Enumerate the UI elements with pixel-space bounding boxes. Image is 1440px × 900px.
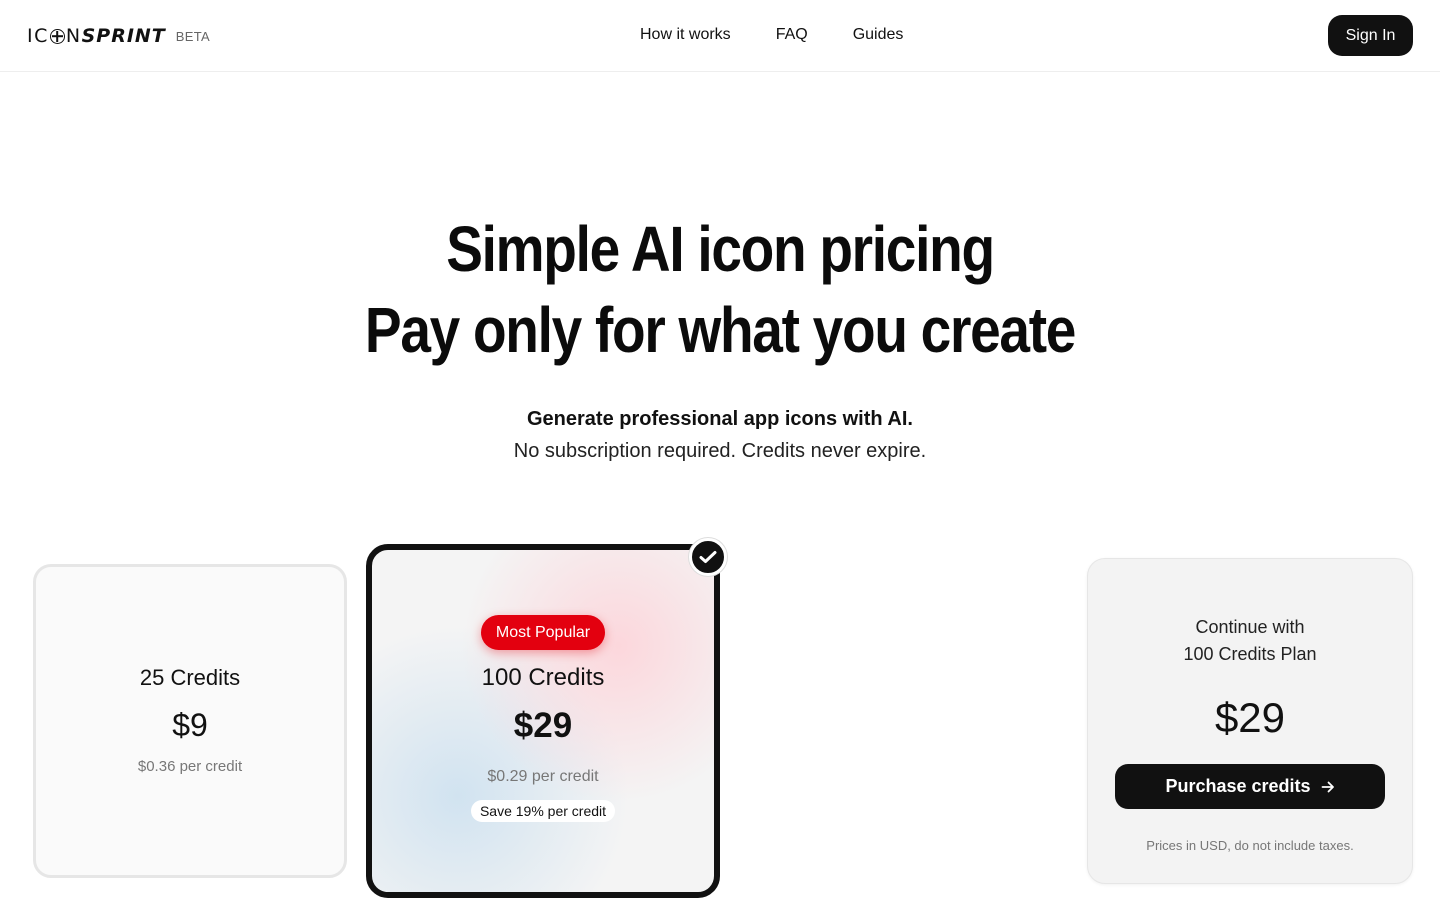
subtitle: No subscription required. Credits never … [513,440,927,462]
iconsprint-logo[interactable]: IC N SPRINT BETA [27,25,210,47]
subtitle-bold: Generate professional app icons with AI. [526,408,913,430]
plan-card-100-credits[interactable]: Most Popular 100 Credits $29 $0.29 per c… [366,544,720,898]
beta-label: BETA [175,28,210,44]
page-title-line-2: Pay only for what you create [364,294,1076,366]
page-title-line-1: Simple AI icon pricing [446,213,995,285]
logo-text-bold: SPRINT [81,25,166,47]
purchase-button-label: Purchase credits [1165,776,1311,796]
logo-text-part: N [65,25,82,47]
checkout-price: $29 [1214,694,1286,741]
logo-crosshair-icon [49,28,65,44]
check-icon [699,551,717,563]
nav-link-faq[interactable]: FAQ [776,25,808,45]
nav-link-guides[interactable]: Guides [853,25,904,45]
arrow-right-icon [1321,780,1335,794]
checkout-summary-card: Continue with 100 Credits Plan $29 Purch… [1087,558,1413,884]
plan-card-25-credits[interactable]: 25 Credits $9 $0.36 per credit [33,564,347,878]
most-popular-badge: Most Popular [480,615,606,650]
checkout-plan-summary: Continue with 100 Credits Plan [1183,614,1316,668]
main-nav: How it works FAQ Guides [640,25,948,45]
purchase-credits-button[interactable]: Purchase credits [1115,764,1385,809]
plan-price: $29 [513,706,573,745]
selected-plan-name: 100 Credits Plan [1183,644,1317,664]
logo-wordmark: IC N SPRINT [27,25,166,47]
top-navigation-bar: IC N SPRINT BETA How it works FAQ Guides… [0,0,1440,72]
plan-per-credit: $0.36 per credit [137,758,243,775]
selected-check-icon [689,538,727,576]
tax-note: Prices in USD, do not include taxes. [1146,838,1354,853]
continue-with-label: Continue with [1195,617,1305,637]
savings-badge: Save 19% per credit [470,800,616,822]
plan-per-credit: $0.29 per credit [487,768,599,785]
plan-credits-label: 25 Credits [139,665,241,690]
plan-price: $9 [172,707,208,743]
sign-in-button[interactable]: Sign In [1328,15,1413,56]
nav-link-how-it-works[interactable]: How it works [640,25,731,45]
logo-text-part: IC [27,25,49,47]
plan-credits-label: 100 Credits [481,664,605,691]
